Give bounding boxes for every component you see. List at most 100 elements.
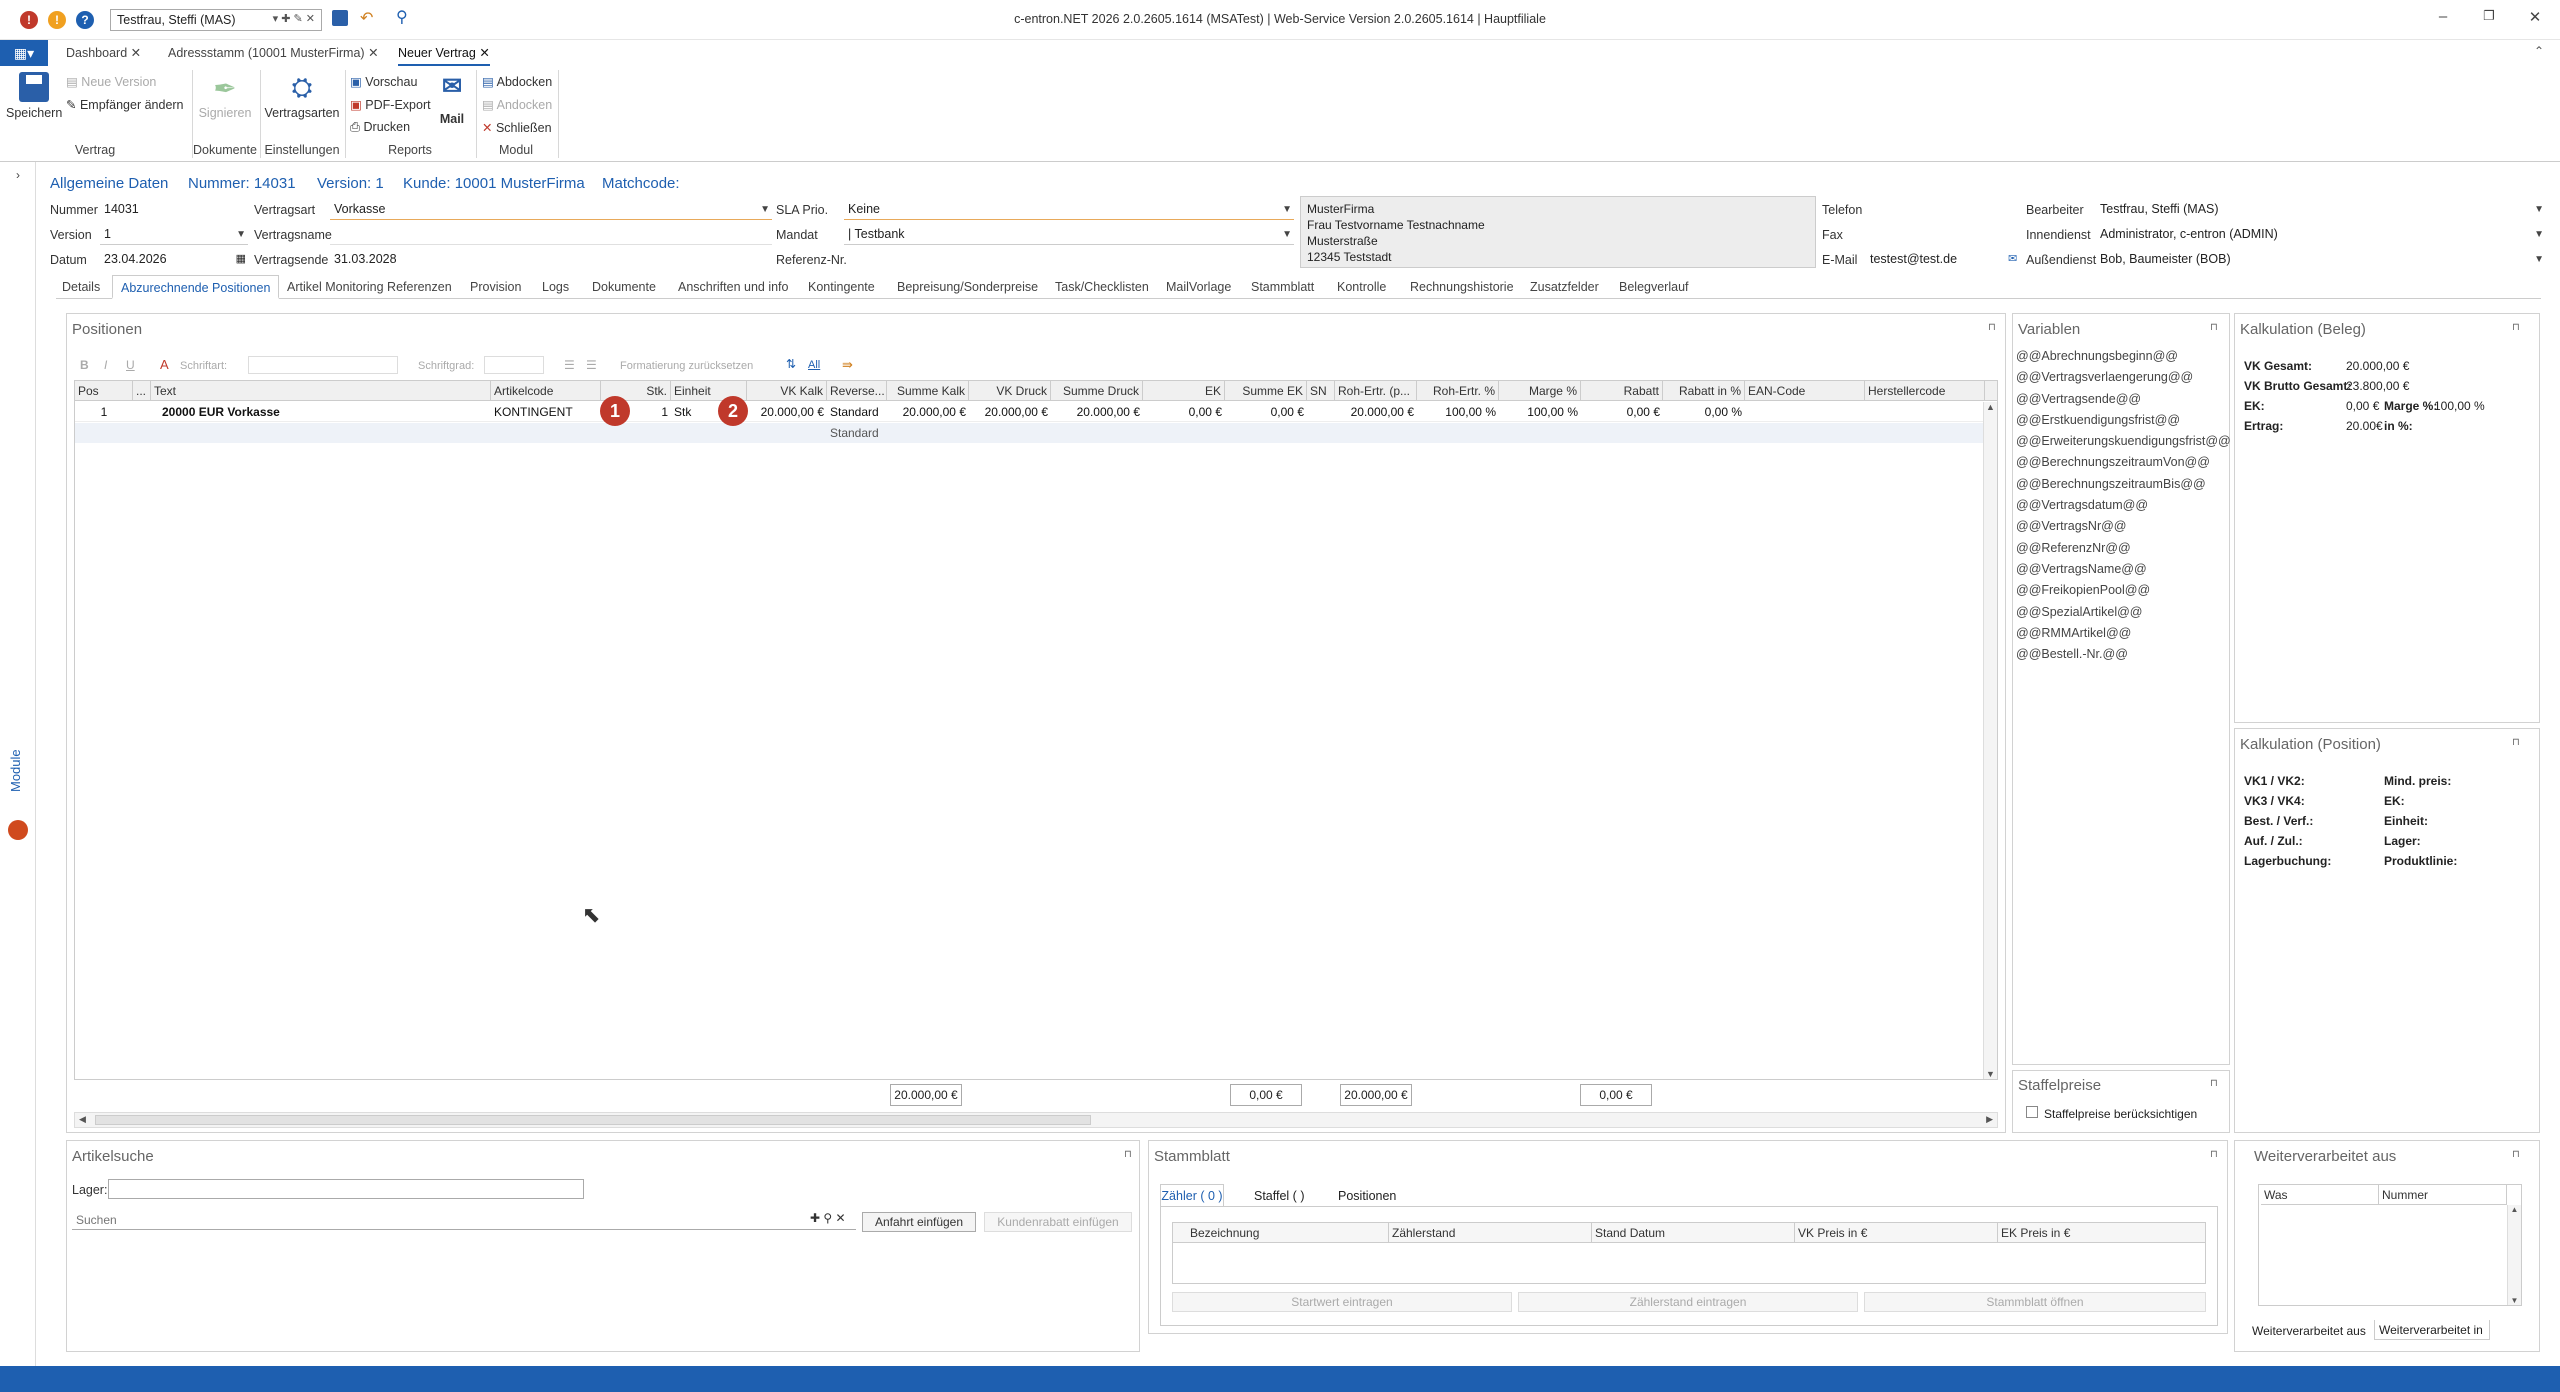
empfaenger-aendern-button[interactable]: ✎ Empfänger ändern	[66, 97, 184, 112]
mandat-select[interactable]: | Testbank ▼	[844, 225, 1294, 245]
pin-icon[interactable]: ⊓	[2512, 1149, 2520, 1160]
list-number-icon[interactable]: ☰	[586, 358, 597, 372]
tab-bepreisung[interactable]: Bepreisung/Sonderpreise	[897, 275, 1038, 299]
pin-icon[interactable]: ⊓	[2210, 1149, 2218, 1160]
scroll-right-icon[interactable]: ▶	[1986, 1114, 1993, 1125]
pin-icon[interactable]: ⊓	[1124, 1149, 1132, 1160]
kundenrabatt-einfuegen-button[interactable]: Kundenrabatt einfügen	[984, 1212, 1132, 1232]
variable-item[interactable]: @@ReferenzNr@@	[2016, 541, 2226, 562]
scroll-down-icon[interactable]: ▼	[2508, 1296, 2521, 1305]
col-header[interactable]: Rabatt in %	[1663, 381, 1745, 401]
staffelpreise-checkbox[interactable]	[2026, 1106, 2038, 1118]
stammblatt-oeffnen-button[interactable]: Stammblatt öffnen	[1864, 1292, 2206, 1312]
variable-item[interactable]: @@Erweiterungskuendigungsfrist@@	[2016, 434, 2231, 455]
tab-logs[interactable]: Logs	[542, 275, 569, 299]
andocken-button[interactable]: ▤ Andocken	[482, 97, 552, 112]
grid-hscrollbar[interactable]: ◀ ▶	[74, 1112, 1998, 1128]
calendar-icon[interactable]: ▦	[236, 252, 246, 265]
col-header[interactable]: Stand Datum	[1592, 1223, 1795, 1243]
col-header[interactable]: Artikelcode	[491, 381, 601, 401]
address-box[interactable]: MusterFirma Frau Testvorname Testnachnam…	[1300, 196, 1816, 268]
vorschau-button[interactable]: ▣ Vorschau	[350, 74, 417, 89]
col-header[interactable]: Roh-Ertr. %	[1417, 381, 1499, 401]
italic-icon[interactable]: I	[104, 358, 107, 372]
anfahrt-einfuegen-button[interactable]: Anfahrt einfügen	[862, 1212, 976, 1232]
version-select[interactable]: 1 ▼	[100, 225, 248, 245]
expand-all-icon[interactable]: ⇅	[786, 357, 796, 371]
col-header[interactable]: Reverse...	[827, 381, 887, 401]
variable-item[interactable]: @@Vertragsverlaengerung@@	[2016, 370, 2226, 391]
tab-kontrolle[interactable]: Kontrolle	[1337, 275, 1386, 299]
variable-item[interactable]: @@VertragsNr@@	[2016, 519, 2226, 540]
tab-details[interactable]: Details	[62, 275, 100, 299]
variable-item[interactable]: @@RMMArtikel@@	[2016, 626, 2226, 647]
pin-icon[interactable]: ⊓	[2210, 322, 2218, 333]
stammblatt-tab-staffel[interactable]: Staffel ( )	[1254, 1189, 1304, 1203]
reset-format-button[interactable]: Formatierung zurücksetzen	[620, 360, 753, 372]
col-header[interactable]: Text	[151, 381, 491, 401]
font-family-select[interactable]	[248, 356, 398, 374]
scroll-up-icon[interactable]: ▲	[2508, 1205, 2521, 1214]
variable-item[interactable]: @@BerechnungszeitraumBis@@	[2016, 477, 2226, 498]
startwert-eintragen-button[interactable]: Startwert eintragen	[1172, 1292, 1512, 1312]
bearbeiter-select[interactable]: Testfrau, Steffi (MAS) ▼	[2096, 200, 2546, 220]
doc-tab-dashboard[interactable]: Dashboard ✕	[66, 40, 141, 66]
module-label[interactable]: Module	[8, 749, 28, 792]
signieren-button[interactable]: ✒ Signieren	[196, 72, 254, 120]
close-icon[interactable]: ✕	[368, 46, 378, 60]
underline-icon[interactable]: U	[126, 358, 135, 372]
col-header[interactable]: EAN-Code	[1745, 381, 1865, 401]
scroll-up-icon[interactable]: ▲	[1984, 402, 1997, 412]
variable-item[interactable]: @@SpezialArtikel@@	[2016, 605, 2226, 626]
restore-icon[interactable]: ❐	[2474, 8, 2504, 30]
mail-icon[interactable]: ✉	[2008, 252, 2017, 265]
col-header[interactable]: EK Preis in €	[1998, 1223, 2204, 1243]
mail-button[interactable]: ✉ Mail	[432, 72, 472, 126]
lager-field[interactable]	[108, 1179, 584, 1199]
tab-rechnungshistorie[interactable]: Rechnungshistorie	[1410, 275, 1514, 299]
close-icon[interactable]: ✕	[479, 46, 489, 60]
datum-field[interactable]: 23.04.2026 ▦	[100, 250, 248, 270]
tab-zusatzfelder[interactable]: Zusatzfelder	[1530, 275, 1599, 299]
scroll-down-icon[interactable]: ▼	[1984, 1069, 1997, 1079]
vertragsarten-button[interactable]: ⛭ Vertragsarten	[262, 72, 342, 120]
all-button[interactable]: All	[808, 359, 820, 371]
close-icon[interactable]: ✕	[131, 46, 141, 60]
list-bullet-icon[interactable]: ☰	[564, 358, 575, 372]
pin-icon[interactable]: ⊓	[1988, 322, 1996, 333]
doc-tab-adressstamm[interactable]: Adressstamm (10001 MusterFirma) ✕	[168, 40, 379, 66]
col-header[interactable]: Was	[2261, 1185, 2379, 1205]
tab-abzurechnende-positionen[interactable]: Abzurechnende Positionen	[112, 275, 280, 299]
variable-item[interactable]: @@Erstkuendigungsfrist@@	[2016, 413, 2226, 434]
col-header[interactable]: Zählerstand	[1389, 1223, 1592, 1243]
col-header[interactable]: Summe EK	[1225, 381, 1307, 401]
zaehlerstand-eintragen-button[interactable]: Zählerstand eintragen	[1518, 1292, 1858, 1312]
vertragsende-field[interactable]: 31.03.2028	[330, 250, 480, 270]
tab-weiterverarbeitet-aus[interactable]: Weiterverarbeitet aus	[2252, 1324, 2366, 1338]
tab-weiterverarbeitet-in[interactable]: Weiterverarbeitet in	[2374, 1320, 2490, 1340]
font-color-icon[interactable]: A	[160, 357, 169, 372]
variable-item[interactable]: @@Bestell.-Nr.@@	[2016, 647, 2226, 668]
app-menu-button[interactable]: ▦▾	[0, 40, 48, 66]
font-size-select[interactable]	[484, 356, 544, 374]
col-header[interactable]: Rabatt	[1581, 381, 1663, 401]
schliessen-button[interactable]: ✕ Schließen	[482, 120, 552, 135]
pin-icon[interactable]: ⊓	[2512, 322, 2520, 333]
col-header[interactable]: VK Preis in €	[1795, 1223, 1998, 1243]
tab-task-checklisten[interactable]: Task/Checklisten	[1055, 275, 1149, 299]
scroll-left-icon[interactable]: ◀	[79, 1114, 86, 1125]
collapse-ribbon-icon[interactable]: ⌃	[2534, 44, 2544, 58]
allgemeine-daten-link[interactable]: Allgemeine Daten	[50, 175, 168, 192]
vertragsname-field[interactable]	[330, 225, 772, 245]
tab-belegverlauf[interactable]: Belegverlauf	[1619, 275, 1689, 299]
tab-anschriften[interactable]: Anschriften und info	[678, 275, 789, 299]
tab-kontingente[interactable]: Kontingente	[808, 275, 875, 299]
tab-dokumente[interactable]: Dokumente	[592, 275, 656, 299]
abdocken-button[interactable]: ▤ Abdocken	[482, 74, 552, 89]
col-header[interactable]: Bezeichnung	[1187, 1223, 1389, 1243]
neue-version-button[interactable]: ▤ Neue Version	[66, 74, 156, 89]
weiterverarbeitet-scrollbar[interactable]: ▲ ▼	[2507, 1205, 2521, 1305]
col-header[interactable]: Pos	[75, 381, 133, 401]
col-header[interactable]: SN	[1307, 381, 1335, 401]
innendienst-select[interactable]: Administrator, c-entron (ADMIN) ▼	[2096, 225, 2546, 245]
